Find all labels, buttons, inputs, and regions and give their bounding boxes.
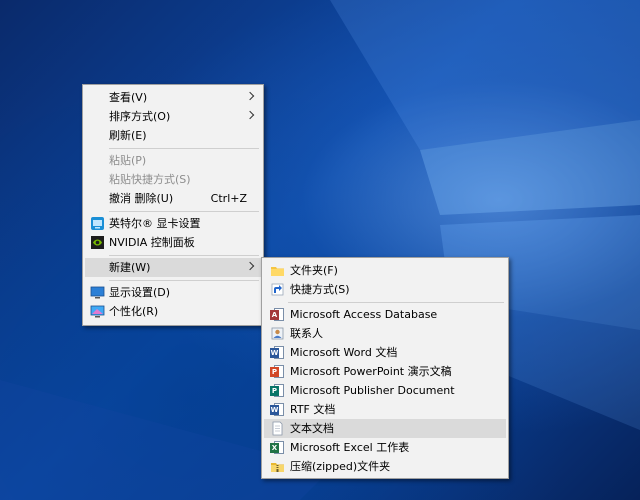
desktop-context-menu: 查看(V) 排序方式(O) 刷新(E) 粘贴(P) 粘贴快捷方式(S) 撤消 删… xyxy=(82,84,264,326)
menu-item-label: 英特尔® 显卡设置 xyxy=(109,217,201,230)
submenu-item-label: Microsoft PowerPoint 演示文稿 xyxy=(290,365,452,378)
chevron-right-icon xyxy=(245,91,255,101)
submenu-item-label: Microsoft Excel 工作表 xyxy=(290,441,410,454)
nvidia-icon xyxy=(91,236,104,249)
text-document-icon xyxy=(272,421,283,436)
menu-item-refresh[interactable]: 刷新(E) xyxy=(85,126,261,145)
folder-icon xyxy=(271,267,284,276)
display-settings-icon xyxy=(90,286,105,299)
menu-item-nvidia-control-panel[interactable]: NVIDIA 控制面板 xyxy=(85,233,261,252)
menu-item-label: 个性化(R) xyxy=(109,305,159,318)
menu-separator xyxy=(288,302,504,303)
menu-item-label: 粘贴(P) xyxy=(109,154,147,167)
menu-item-paste[interactable]: 粘贴(P) xyxy=(85,151,261,170)
menu-separator xyxy=(109,255,259,256)
menu-item-sort-by[interactable]: 排序方式(O) xyxy=(85,107,261,126)
new-submenu: 文件夹(F) 快捷方式(S) A Microsoft Access Databa… xyxy=(261,257,509,479)
submenu-item-excel-worksheet[interactable]: X Microsoft Excel 工作表 xyxy=(264,438,506,457)
menu-item-label: 新建(W) xyxy=(109,261,151,274)
submenu-item-rtf-document[interactable]: W RTF 文档 xyxy=(264,400,506,419)
contact-icon xyxy=(271,327,284,340)
menu-item-label: NVIDIA 控制面板 xyxy=(109,236,195,249)
menu-item-view[interactable]: 查看(V) xyxy=(85,88,261,107)
submenu-item-text-document[interactable]: 文本文档 xyxy=(264,419,506,438)
menu-item-shortcut: Ctrl+Z xyxy=(210,192,247,205)
excel-icon: X xyxy=(270,440,285,455)
submenu-item-access-database[interactable]: A Microsoft Access Database xyxy=(264,305,506,324)
menu-item-personalize[interactable]: 个性化(R) xyxy=(85,302,261,321)
menu-item-display-settings[interactable]: 显示设置(D) xyxy=(85,283,261,302)
submenu-item-folder[interactable]: 文件夹(F) xyxy=(264,261,506,280)
menu-item-label: 刷新(E) xyxy=(109,129,147,142)
menu-item-intel-graphics[interactable]: 英特尔® 显卡设置 xyxy=(85,214,261,233)
menu-item-paste-shortcut[interactable]: 粘贴快捷方式(S) xyxy=(85,170,261,189)
chevron-right-icon xyxy=(245,110,255,120)
submenu-item-label: Microsoft Word 文档 xyxy=(290,346,398,359)
powerpoint-icon: P xyxy=(270,364,285,379)
menu-item-undo-delete[interactable]: 撤消 删除(U) Ctrl+Z xyxy=(85,189,261,208)
submenu-item-shortcut[interactable]: 快捷方式(S) xyxy=(264,280,506,299)
submenu-item-label: 压缩(zipped)文件夹 xyxy=(290,460,391,473)
menu-item-label: 显示设置(D) xyxy=(109,286,171,299)
submenu-item-zipped-folder[interactable]: 压缩(zipped)文件夹 xyxy=(264,457,506,476)
submenu-item-label: 文件夹(F) xyxy=(290,264,338,277)
menu-separator xyxy=(109,148,259,149)
personalize-icon xyxy=(90,305,105,318)
menu-separator xyxy=(109,211,259,212)
submenu-item-word-document[interactable]: W Microsoft Word 文档 xyxy=(264,343,506,362)
intel-graphics-icon xyxy=(91,217,104,230)
menu-item-label: 粘贴快捷方式(S) xyxy=(109,173,191,186)
menu-separator xyxy=(109,280,259,281)
menu-item-label: 查看(V) xyxy=(109,91,148,104)
shortcut-icon xyxy=(271,283,284,296)
submenu-item-contact[interactable]: 联系人 xyxy=(264,324,506,343)
submenu-item-label: Microsoft Publisher Document xyxy=(290,384,455,397)
menu-item-label: 撤消 删除(U) xyxy=(109,192,174,205)
submenu-item-publisher[interactable]: P Microsoft Publisher Document xyxy=(264,381,506,400)
publisher-icon: P xyxy=(270,383,285,398)
rtf-icon: W xyxy=(270,402,285,417)
access-icon: A xyxy=(270,307,285,322)
zip-folder-icon xyxy=(271,463,284,472)
submenu-item-label: 文本文档 xyxy=(290,422,334,435)
submenu-item-label: 联系人 xyxy=(290,327,323,340)
menu-item-new[interactable]: 新建(W) xyxy=(85,258,261,277)
menu-item-label: 排序方式(O) xyxy=(109,110,171,123)
submenu-item-label: RTF 文档 xyxy=(290,403,336,416)
word-icon: W xyxy=(270,345,285,360)
submenu-item-powerpoint[interactable]: P Microsoft PowerPoint 演示文稿 xyxy=(264,362,506,381)
submenu-item-label: 快捷方式(S) xyxy=(290,283,350,296)
chevron-right-icon xyxy=(245,261,255,271)
submenu-item-label: Microsoft Access Database xyxy=(290,308,438,321)
